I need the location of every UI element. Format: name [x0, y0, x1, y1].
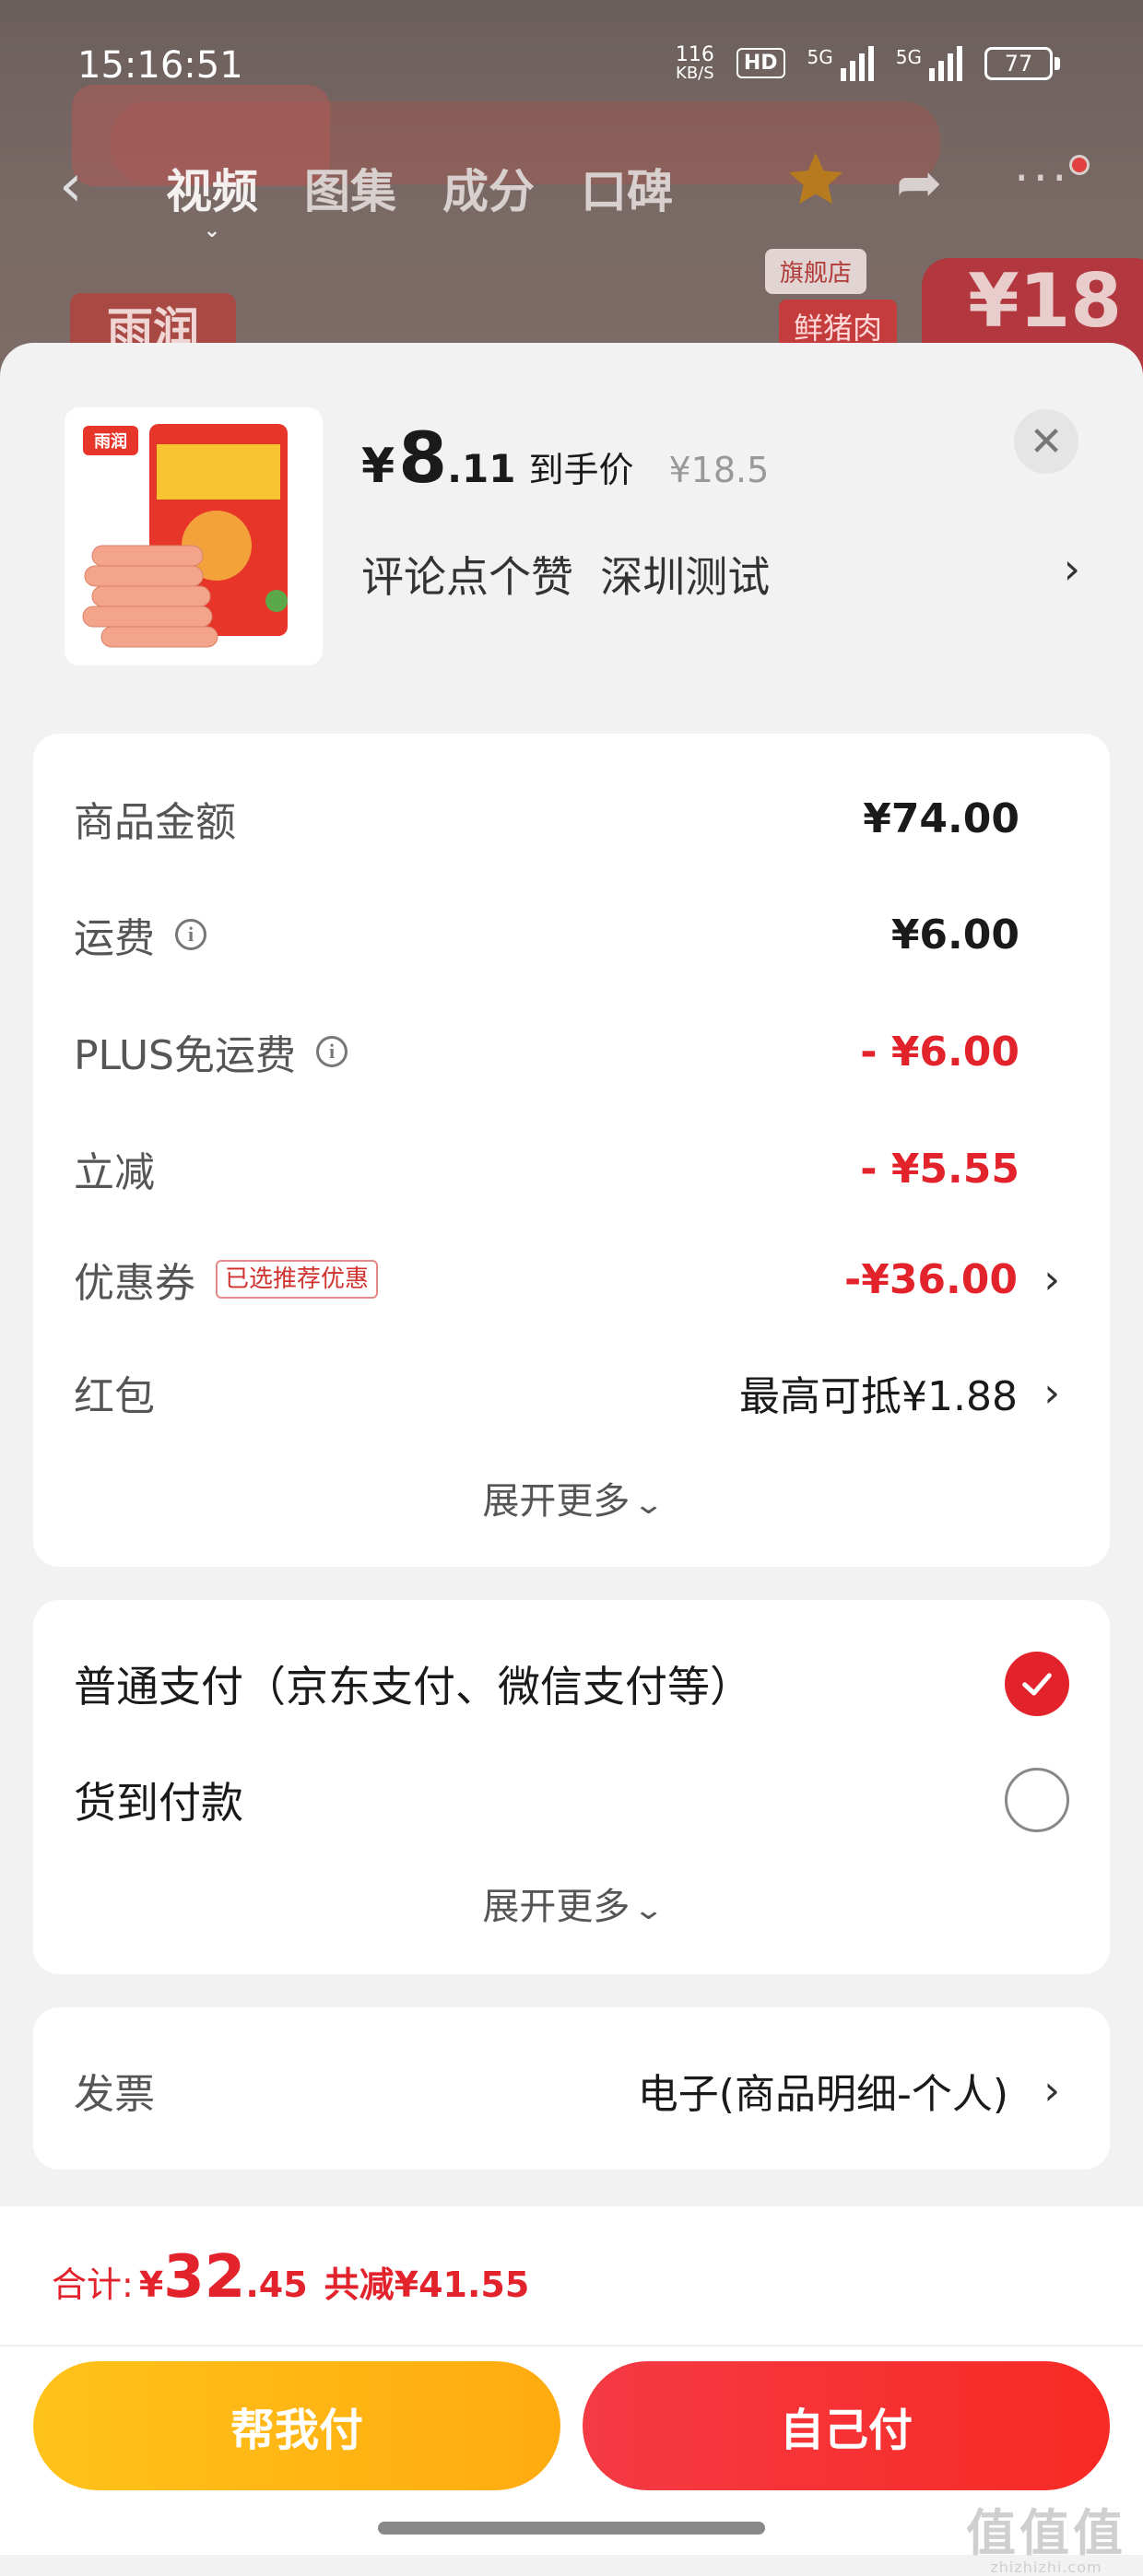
favorite-star-icon[interactable] [784, 147, 848, 212]
row-value: -¥36.00 [843, 1255, 1018, 1303]
close-icon[interactable]: ✕ [1014, 409, 1078, 474]
original-price: ¥18.5 [668, 450, 770, 490]
network-speed: 116 KB/S [676, 44, 714, 83]
battery-level: 77 [984, 46, 1053, 80]
row-label: 优惠券 [74, 1260, 195, 1307]
invoice-value: 电子(商品明细-个人) [637, 2071, 1008, 2118]
signal-icon: 5G [807, 45, 874, 81]
divider [0, 2345, 1143, 2347]
total-integer: 32 [163, 2243, 246, 2311]
price-line: ¥ 8 .11 到手价 ¥18.5 [361, 417, 769, 499]
price-decimal: .11 [447, 446, 516, 491]
expand-more-button[interactable]: 展开更多⌄ [33, 1876, 1110, 1930]
status-icons: 116 KB/S HD 5G 5G 77 [676, 44, 1060, 83]
tab-video[interactable]: 视频 ⌄ [166, 155, 258, 242]
row-label: 立减 [74, 1149, 155, 1196]
background-store-badge: 旗舰店 [765, 249, 867, 294]
info-icon[interactable]: i [175, 919, 206, 950]
more-options-icon[interactable]: ··· [1014, 151, 1071, 206]
help-me-pay-button[interactable]: 帮我付 [33, 2361, 560, 2490]
chevron-right-icon: › [1043, 1369, 1060, 1417]
signal-type-2: 5G [895, 45, 922, 68]
price-integer: 8 [398, 417, 448, 499]
total-saved: 共减¥41.55 [324, 2264, 530, 2305]
tab-gallery[interactable]: 图集 [304, 155, 396, 221]
expand-more-button[interactable]: 展开更多⌄ [33, 1471, 1110, 1524]
network-speed-unit: KB/S [676, 64, 714, 84]
radio-checked-icon[interactable] [1005, 1652, 1069, 1716]
network-speed-value: 116 [675, 43, 714, 66]
total-label: 合计: [52, 2264, 134, 2305]
spec-text: 评论点个赞 深圳测试 [361, 552, 771, 602]
spec-selector[interactable]: 评论点个赞 深圳测试 › [361, 544, 1080, 605]
total-decimal: .45 [245, 2264, 308, 2305]
price-tag: 到手价 [528, 450, 634, 490]
home-indicator[interactable] [378, 2522, 765, 2535]
status-time: 15:16:51 [77, 44, 243, 87]
sausage-pack-image: 雨润 [82, 424, 288, 648]
row-value: - ¥5.55 [860, 1145, 1019, 1193]
price-currency: ¥ [361, 439, 395, 494]
row-value: 最高可抵¥1.88 [739, 1373, 1018, 1420]
payment-option-cod[interactable]: 货到付款 [74, 1759, 1069, 1841]
expand-label: 展开更多 [482, 1480, 630, 1523]
watermark: 值值值 zhizhizhi.com [966, 2509, 1126, 2576]
price-details-card: 商品金额 ¥74.00 运费 i ¥6.00 PLUS免运费 i - ¥6.00… [33, 734, 1110, 1567]
tab-active-caret-icon: ⌄ [203, 219, 221, 242]
invoice-row[interactable]: 发票 电子(商品明细-个人) › [74, 2053, 1110, 2127]
product-tabs: 视频 ⌄ 图集 成分 口碑 [166, 155, 673, 242]
total-line: 合计: ¥ 32 .45 共减¥41.55 [52, 2243, 529, 2311]
hd-icon: HD [736, 48, 785, 79]
signal-icon-2: 5G [895, 45, 962, 81]
product-nav: ‹ 视频 ⌄ 图集 成分 口碑 ➦ ··· [0, 147, 1143, 242]
share-icon[interactable]: ➦ [896, 151, 942, 216]
row-label: PLUS免运费 [74, 1032, 296, 1079]
watermark-url: zhizhizhi.com [990, 2558, 1102, 2576]
row-shipping: 运费 i ¥6.00 [74, 898, 1110, 971]
chevron-right-icon: › [1043, 1255, 1060, 1303]
chevron-right-icon: › [1063, 544, 1080, 594]
chevron-down-icon: ⌄ [632, 1488, 666, 1521]
product-summary: 雨润 ¥ 8 .11 到手价 ¥18.5 ✕ 评论点个赞 深圳测试 › [0, 343, 1143, 730]
tab-ingredients[interactable]: 成分 [442, 155, 535, 221]
invoice-card[interactable]: 发票 电子(商品明细-个人) › [33, 2007, 1110, 2170]
expand-label: 展开更多 [482, 1886, 630, 1928]
watermark-logo: 值值值 [966, 2504, 1126, 2562]
row-value: ¥6.00 [890, 911, 1019, 959]
total-currency: ¥ [138, 2264, 164, 2305]
row-plus-free-shipping: PLUS免运费 i - ¥6.00 [74, 1015, 1110, 1088]
notification-dot [1069, 155, 1090, 175]
radio-unchecked-icon[interactable] [1005, 1768, 1069, 1832]
tab-reviews[interactable]: 口碑 [581, 155, 673, 221]
thumbnail-brand-text: 雨润 [94, 431, 127, 452]
row-coupon[interactable]: 优惠券 已选推荐优惠 -¥36.00 › [74, 1242, 1110, 1316]
row-label: 商品金额 [74, 799, 236, 846]
payment-card: 普通支付（京东支付、微信支付等） 货到付款 展开更多⌄ [33, 1600, 1110, 1974]
pay-myself-button[interactable]: 自己付 [583, 2361, 1110, 2490]
product-thumbnail: 雨润 [65, 407, 323, 665]
payment-option-online[interactable]: 普通支付（京东支付、微信支付等） [74, 1642, 1069, 1725]
row-value: ¥74.00 [863, 794, 1019, 842]
payment-label: 普通支付（京东支付、微信支付等） [74, 1662, 752, 1711]
battery-icon: 77 [984, 46, 1060, 80]
checkout-footer: 合计: ¥ 32 .45 共减¥41.55 帮我付 自己付 值值值 zhizhi… [0, 2206, 1143, 2576]
row-red-packet[interactable]: 红包 最高可抵¥1.88 › [74, 1356, 1110, 1429]
back-arrow-icon[interactable]: ‹ [59, 157, 83, 216]
background-product-page: 15:16:51 116 KB/S HD 5G 5G 77 ‹ 视频 ⌄ 图集 … [0, 0, 1143, 387]
row-label: 红包 [74, 1373, 155, 1420]
row-goods-amount: 商品金额 ¥74.00 [74, 782, 1110, 855]
info-icon[interactable]: i [316, 1036, 348, 1067]
coupon-badge: 已选推荐优惠 [216, 1260, 379, 1299]
payment-label: 货到付款 [74, 1778, 243, 1828]
signal-type: 5G [807, 45, 833, 68]
chevron-down-icon: ⌄ [632, 1894, 666, 1926]
invoice-label: 发票 [74, 2071, 155, 2118]
status-bar: 15:16:51 116 KB/S HD 5G 5G 77 [0, 0, 1143, 138]
chevron-right-icon: › [1043, 2066, 1060, 2114]
row-label: 运费 [74, 915, 155, 962]
row-instant-discount: 立减 - ¥5.55 [74, 1132, 1110, 1206]
row-value: - ¥6.00 [860, 1028, 1019, 1076]
